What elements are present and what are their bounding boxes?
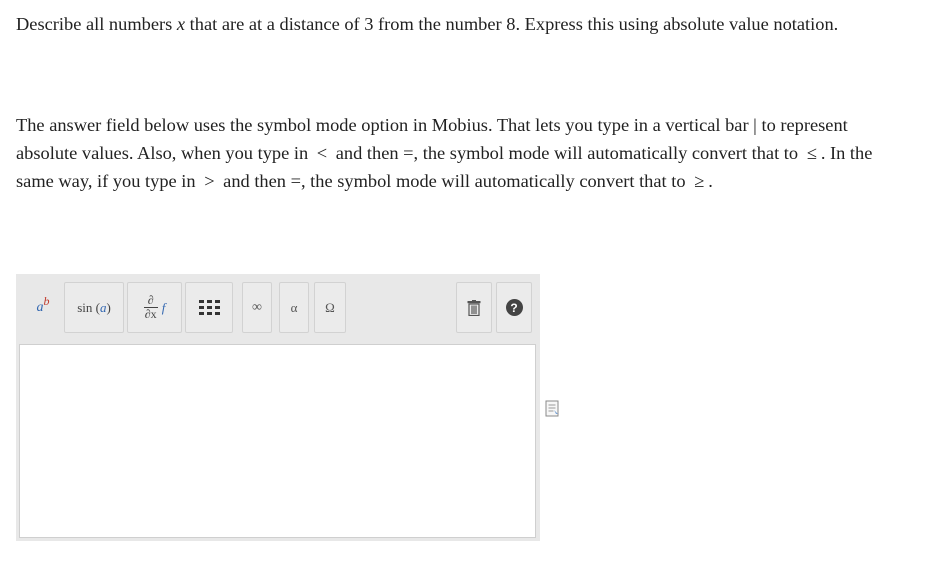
sin-icon: sin (a) bbox=[77, 299, 111, 315]
infinity-icon: ∞ bbox=[252, 299, 262, 315]
power-button[interactable]: ab bbox=[24, 282, 62, 333]
less-than-symbol: < bbox=[316, 143, 328, 163]
variable-x: x bbox=[176, 14, 186, 34]
question-text: Describe all numbers x that are at a dis… bbox=[16, 14, 839, 34]
clear-button[interactable] bbox=[456, 282, 492, 333]
matrix-icon bbox=[198, 300, 220, 315]
instructions-text: The answer field below uses the symbol m… bbox=[16, 115, 873, 191]
power-icon: ab bbox=[36, 293, 50, 315]
help-icon: ? bbox=[505, 299, 523, 316]
trash-icon bbox=[467, 299, 481, 316]
infinity-button[interactable]: ∞ bbox=[242, 282, 272, 333]
omega-icon: Ω bbox=[325, 299, 335, 315]
derivative-button[interactable]: ∂ ∂x f bbox=[127, 282, 182, 333]
special-symbols-button[interactable]: Ω bbox=[314, 282, 346, 333]
alpha-icon: α bbox=[290, 299, 298, 315]
preview-document-icon[interactable] bbox=[545, 400, 560, 417]
derivative-icon: ∂ ∂x f bbox=[143, 293, 166, 321]
matrix-button[interactable] bbox=[185, 282, 233, 333]
greater-equal-symbol: ≥ bbox=[694, 171, 705, 191]
trig-function-button[interactable]: sin (a) bbox=[64, 282, 124, 333]
greater-than-symbol: > bbox=[204, 171, 215, 191]
math-toolbar: ab sin (a) ∂ ∂x f ∞ α Ω ? bbox=[16, 274, 540, 344]
answer-input[interactable] bbox=[19, 344, 536, 538]
math-editor: ab sin (a) ∂ ∂x f ∞ α Ω ? bbox=[16, 274, 540, 541]
greek-letters-button[interactable]: α bbox=[279, 282, 309, 333]
help-button[interactable]: ? bbox=[496, 282, 532, 333]
less-equal-symbol: ≤ bbox=[806, 143, 817, 163]
